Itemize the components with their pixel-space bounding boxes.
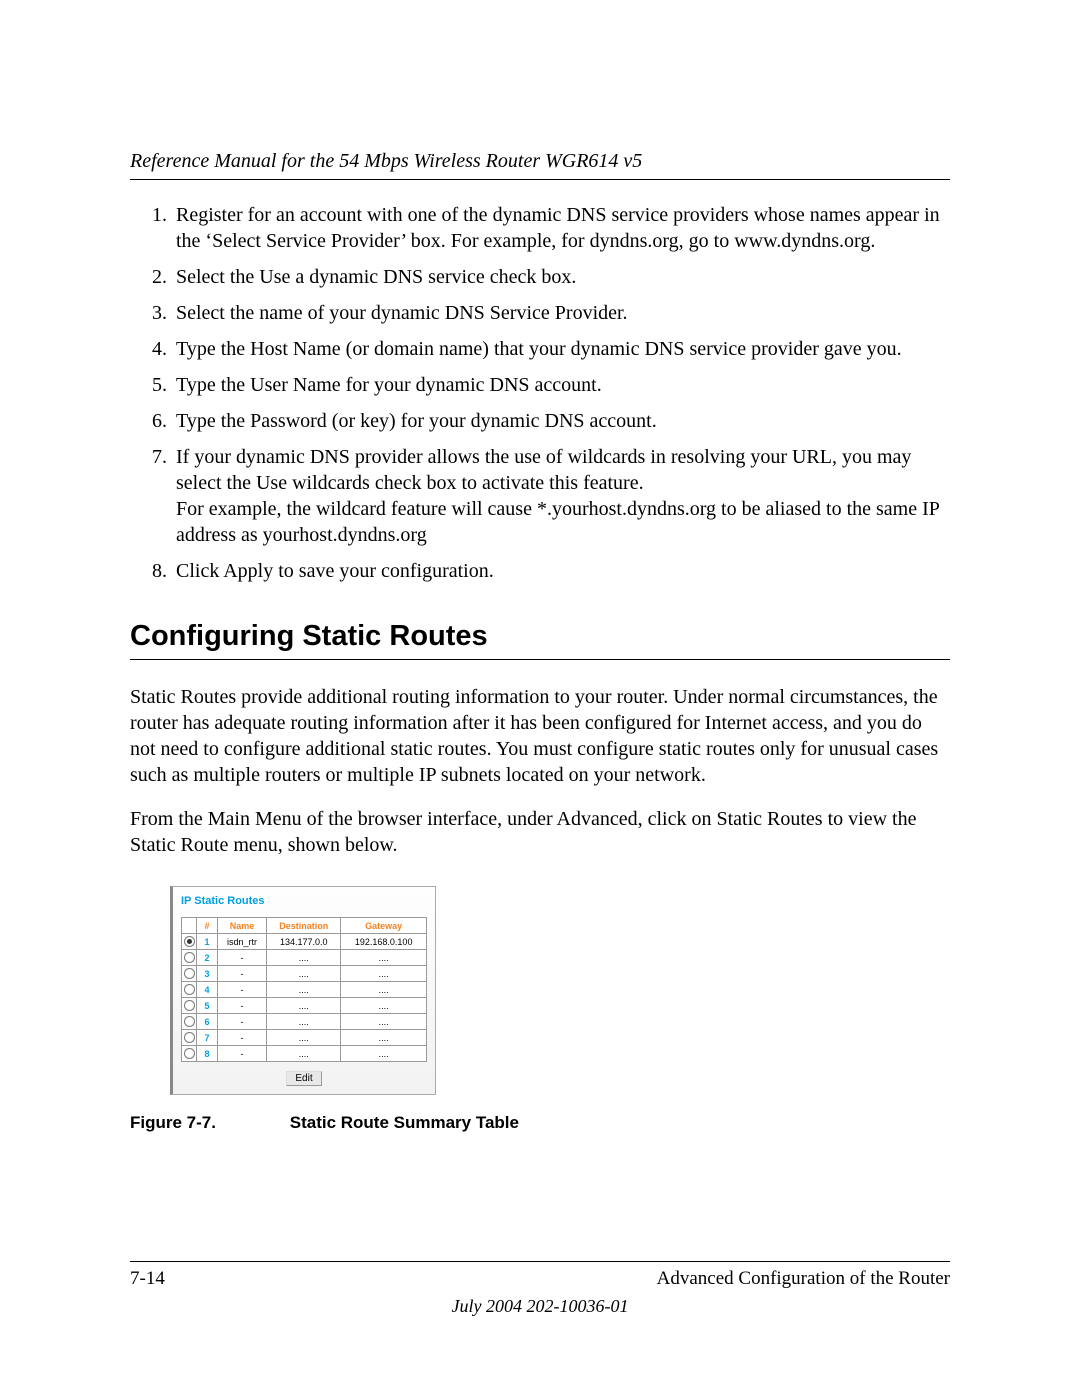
- col-dest: Destination: [267, 918, 341, 934]
- footer-section-title: Advanced Configuration of the Router: [657, 1268, 950, 1290]
- route-dest: ....: [267, 1014, 341, 1030]
- col-radio: [182, 918, 197, 934]
- table-row: 7-........: [182, 1030, 427, 1046]
- section-heading: Configuring Static Routes: [130, 620, 950, 653]
- header-rule: [130, 179, 950, 180]
- figure-caption-label: Figure 7-7.: [130, 1113, 285, 1133]
- route-gw: ....: [341, 1014, 427, 1030]
- route-radio-cell[interactable]: [182, 1014, 197, 1030]
- route-index: 5: [197, 998, 218, 1014]
- step-item: Select the name of your dynamic DNS Serv…: [172, 300, 950, 326]
- col-name: Name: [218, 918, 267, 934]
- table-row: 5-........: [182, 998, 427, 1014]
- route-gw: 192.168.0.100: [341, 934, 427, 950]
- radio-icon[interactable]: [184, 1048, 195, 1059]
- running-header: Reference Manual for the 54 Mbps Wireles…: [130, 150, 950, 173]
- route-radio-cell[interactable]: [182, 966, 197, 982]
- table-row: 3-........: [182, 966, 427, 982]
- route-index: 4: [197, 982, 218, 998]
- route-gw: ....: [341, 1046, 427, 1062]
- route-radio-cell[interactable]: [182, 950, 197, 966]
- numbered-steps: Register for an account with one of the …: [130, 202, 950, 584]
- route-dest: ....: [267, 1030, 341, 1046]
- route-dest: ....: [267, 950, 341, 966]
- radio-icon[interactable]: [184, 952, 195, 963]
- route-index: 2: [197, 950, 218, 966]
- table-row: 2-........: [182, 950, 427, 966]
- table-header-row: # Name Destination Gateway: [182, 918, 427, 934]
- static-routes-table: # Name Destination Gateway 1isdn_rtr134.…: [181, 917, 427, 1062]
- route-dest: 134.177.0.0: [267, 934, 341, 950]
- route-gw: ....: [341, 982, 427, 998]
- route-name: -: [218, 1014, 267, 1030]
- route-radio-cell[interactable]: [182, 998, 197, 1014]
- table-row: 4-........: [182, 982, 427, 998]
- route-radio-cell[interactable]: [182, 1046, 197, 1062]
- step-item: Type the Host Name (or domain name) that…: [172, 336, 950, 362]
- route-radio-cell[interactable]: [182, 982, 197, 998]
- route-name: -: [218, 1046, 267, 1062]
- route-dest: ....: [267, 998, 341, 1014]
- route-name: -: [218, 966, 267, 982]
- static-routes-panel: IP Static Routes # Name Destination Gate…: [170, 886, 436, 1095]
- col-gw: Gateway: [341, 918, 427, 934]
- route-dest: ....: [267, 982, 341, 998]
- step-item: If your dynamic DNS provider allows the …: [172, 444, 950, 548]
- radio-icon[interactable]: [184, 1000, 195, 1011]
- figure-caption: Figure 7-7. Static Route Summary Table: [130, 1113, 950, 1133]
- step-item: Type the Password (or key) for your dyna…: [172, 408, 950, 434]
- footer-date-line: July 2004 202-10036-01: [130, 1296, 950, 1317]
- route-gw: ....: [341, 998, 427, 1014]
- route-index: 7: [197, 1030, 218, 1046]
- footer-rule: [130, 1261, 950, 1262]
- route-index: 1: [197, 934, 218, 950]
- route-index: 8: [197, 1046, 218, 1062]
- table-row: 1isdn_rtr134.177.0.0192.168.0.100: [182, 934, 427, 950]
- paragraph-2: From the Main Menu of the browser interf…: [130, 806, 950, 858]
- route-name: -: [218, 950, 267, 966]
- edit-button[interactable]: Edit: [286, 1071, 321, 1086]
- route-dest: ....: [267, 1046, 341, 1062]
- route-gw: ....: [341, 1030, 427, 1046]
- step-item: Register for an account with one of the …: [172, 202, 950, 254]
- figure-caption-text: Static Route Summary Table: [290, 1113, 519, 1132]
- radio-icon[interactable]: [184, 1032, 195, 1043]
- panel-title: IP Static Routes: [181, 895, 427, 907]
- radio-icon[interactable]: [184, 1016, 195, 1027]
- route-radio-cell[interactable]: [182, 1030, 197, 1046]
- route-radio-cell[interactable]: [182, 934, 197, 950]
- route-index: 6: [197, 1014, 218, 1030]
- table-row: 8-........: [182, 1046, 427, 1062]
- section-rule: [130, 659, 950, 660]
- col-num: #: [197, 918, 218, 934]
- table-row: 6-........: [182, 1014, 427, 1030]
- page-number: 7-14: [130, 1268, 165, 1290]
- radio-icon[interactable]: [184, 984, 195, 995]
- step-item: Type the User Name for your dynamic DNS …: [172, 372, 950, 398]
- route-index: 3: [197, 966, 218, 982]
- paragraph-1: Static Routes provide additional routing…: [130, 684, 950, 788]
- route-gw: ....: [341, 966, 427, 982]
- route-dest: ....: [267, 966, 341, 982]
- step-item: Click Apply to save your configuration.: [172, 558, 950, 584]
- route-name: -: [218, 1030, 267, 1046]
- route-gw: ....: [341, 950, 427, 966]
- route-name: -: [218, 998, 267, 1014]
- route-name: -: [218, 982, 267, 998]
- radio-icon[interactable]: [184, 936, 195, 947]
- radio-icon[interactable]: [184, 968, 195, 979]
- route-name: isdn_rtr: [218, 934, 267, 950]
- step-item: Select the Use a dynamic DNS service che…: [172, 264, 950, 290]
